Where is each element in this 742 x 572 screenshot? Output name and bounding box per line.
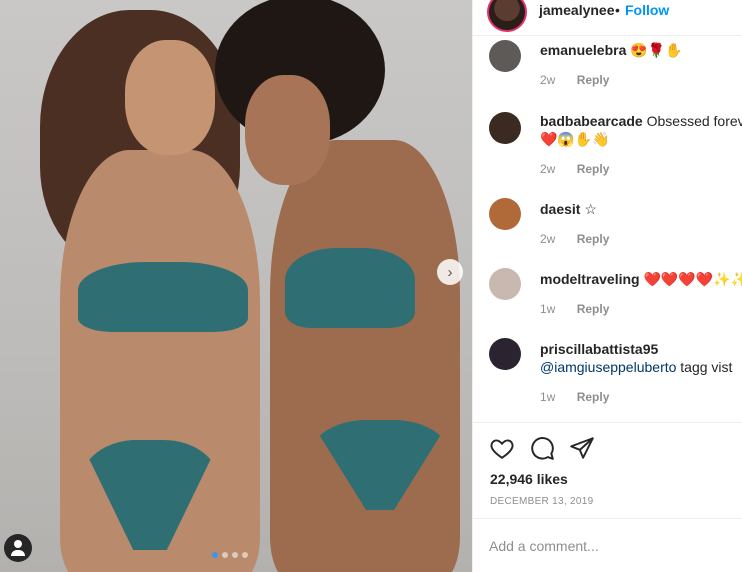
comment-text: emanuelebra 😍🌹✋ [540,41,742,59]
heart-icon[interactable] [489,435,515,461]
reply-button[interactable]: Reply [577,390,610,404]
model-left-face [125,40,215,155]
comment-meta: 2w Reply [540,232,609,246]
comment-text: modeltraveling ❤️❤️❤️❤️✨✨✨ [540,270,742,288]
avatar[interactable] [489,338,521,370]
avatar[interactable] [489,40,521,72]
comment-age: 2w [540,162,556,176]
comment-age: 1w [540,390,556,404]
carousel-dot [242,552,248,558]
carousel-dot [212,552,218,558]
post-sidebar: jamealynee • Follow emanuelebra 😍🌹✋ 2w R… [472,0,742,572]
comment-text: daesit ☆ [540,200,742,218]
carousel-dot [222,552,228,558]
comment-text: priscillabattista95 @iamgiuseppeluberto … [540,340,742,376]
model-right-face [245,75,330,185]
comment-input[interactable] [489,535,729,557]
post-photo[interactable]: › [0,0,472,572]
add-comment-bar [473,518,742,572]
comment-content: tagg vist [680,359,733,375]
comment-text: badbabearcade Obsessed foreve ❤️😱✋👋 [540,112,742,148]
comment-content-line2: ❤️😱✋👋 [540,131,610,147]
avatar[interactable] [489,112,521,144]
author-username[interactable]: jamealynee [539,2,615,18]
comment-icon[interactable] [529,435,555,461]
comment-content: ☆ [584,201,597,217]
comment-meta: 2w Reply [540,73,609,87]
post-header: jamealynee • Follow [473,0,742,36]
comment-username[interactable]: priscillabattista95 [540,341,658,357]
comment-username[interactable]: modeltraveling [540,271,640,287]
avatar[interactable] [489,198,521,230]
garment-top-left [78,262,248,332]
reply-button[interactable]: Reply [577,232,610,246]
carousel-next-button[interactable]: › [437,259,463,285]
avatar[interactable] [489,268,521,300]
comment-username[interactable]: emanuelebra [540,42,626,58]
likes-count[interactable]: 22,946 likes [490,471,568,487]
reply-button[interactable]: Reply [577,73,610,87]
comment-username[interactable]: badbabearcade [540,113,643,129]
comment-content: Obsessed foreve [646,113,742,129]
follow-button[interactable]: Follow [625,2,669,18]
comment-content: 😍🌹✋ [630,42,683,58]
comment-age: 1w [540,302,556,316]
comment-meta: 1w Reply [540,302,609,316]
reply-button[interactable]: Reply [577,302,610,316]
header-separator: • [615,2,620,18]
comment-content: ❤️❤️❤️❤️✨✨✨ [643,271,742,287]
avatar[interactable] [487,0,527,32]
post-date: DECEMBER 13, 2019 [490,496,594,507]
comment-username[interactable]: daesit [540,201,580,217]
comment-age: 2w [540,73,556,87]
user-tags-icon[interactable] [4,534,32,562]
post-actions: 22,946 likes DECEMBER 13, 2019 [473,422,742,518]
reply-button[interactable]: Reply [577,162,610,176]
comments-list[interactable]: emanuelebra 😍🌹✋ 2w Reply badbabearcade O… [473,36,742,422]
comment-age: 2w [540,232,556,246]
comment-content-line2: @iamgiuseppeluberto tagg vist [540,358,742,376]
comment-meta: 2w Reply [540,162,609,176]
comment-mention[interactable]: @iamgiuseppeluberto [540,359,676,375]
garment-top-right [285,248,415,328]
carousel-indicator [212,552,248,558]
comment-meta: 1w Reply [540,390,609,404]
carousel-dot [232,552,238,558]
share-icon[interactable] [569,435,595,461]
